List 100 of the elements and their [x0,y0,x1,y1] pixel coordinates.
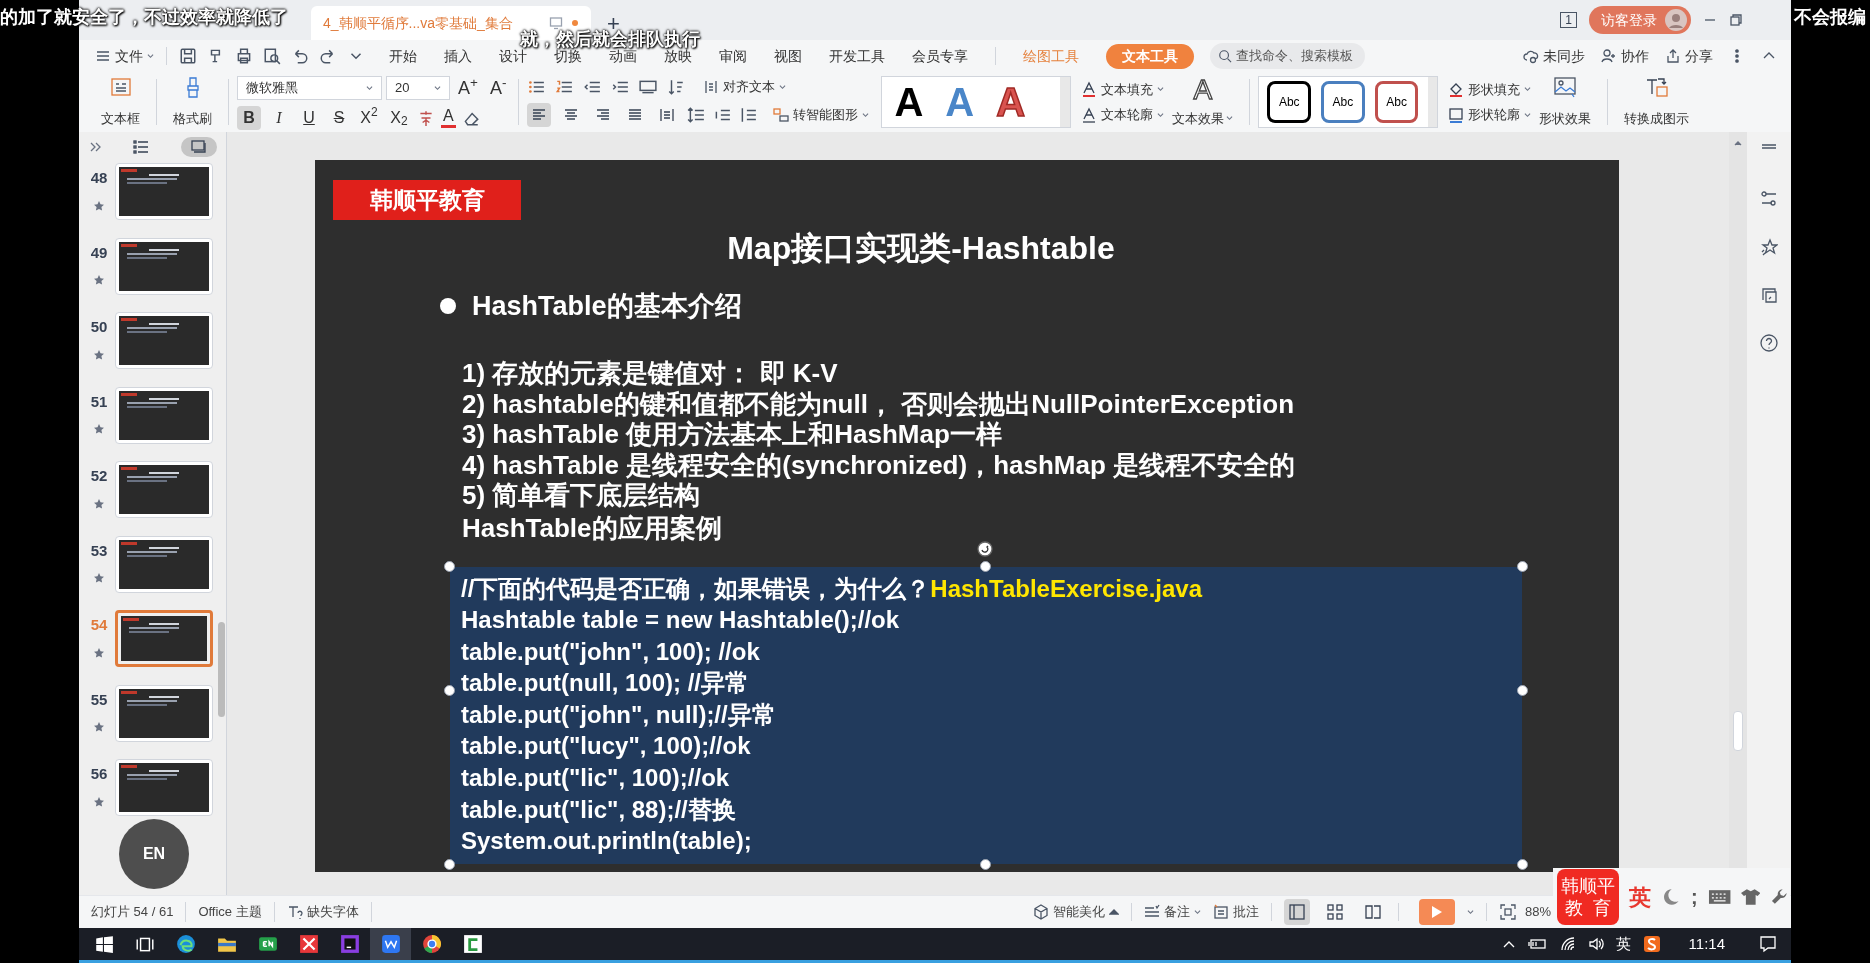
rotate-handle-icon[interactable] [977,540,993,557]
print-icon[interactable] [235,47,253,65]
battery-icon[interactable] [1527,936,1548,952]
text-direction-icon[interactable] [639,78,658,96]
restore-icon[interactable] [1729,13,1743,27]
format-button[interactable]: I [267,105,291,130]
format-painter-button[interactable]: 格式刷 [165,76,220,128]
format-button[interactable]: B [237,105,261,130]
selection-handle[interactable] [1517,858,1528,870]
keyboard-icon[interactable] [1707,887,1731,907]
convert-button[interactable]: 转换成图示 [1616,76,1698,128]
phonetic-guide-icon[interactable] [417,108,435,127]
volume-icon[interactable] [1587,936,1604,952]
shrink-font-button[interactable]: A$^{-}$ [485,74,511,102]
selection-handle[interactable] [1517,560,1528,572]
punctuation-button[interactable]: ; [1690,882,1698,912]
help-icon[interactable] [1760,334,1778,352]
missing-fonts-button[interactable]: 缺失字体 [274,902,372,922]
font-color-button[interactable]: A [441,107,456,128]
selection-handle[interactable] [980,858,991,870]
text-style-option[interactable]: A [996,82,1026,122]
smart-beautify-button[interactable]: 智能美化 [1032,902,1119,922]
format-button[interactable]: S [327,105,351,130]
selection-handle[interactable] [444,858,455,870]
text-style-gallery[interactable]: A A A [881,76,1072,128]
font-family-field[interactable]: 微软雅黑 [237,76,382,100]
sort-icon[interactable] [667,78,686,96]
grow-font-button[interactable]: A$^{+}$ [454,74,482,102]
taskbar-app-button[interactable] [370,928,411,960]
scrollbar-thumb[interactable] [1733,711,1743,751]
text-style-option[interactable]: A [945,82,975,122]
bullet-list-icon[interactable] [527,78,546,96]
selection-handle[interactable] [1517,684,1528,696]
format-button[interactable]: U [297,105,321,130]
screen-icon[interactable] [1760,286,1778,304]
shape-style-option[interactable]: Abc [1267,81,1312,123]
ribbon-tab[interactable]: 会员专享 [912,45,968,67]
font-size-field[interactable]: 20 [386,76,450,100]
search-field[interactable]: 查找命令、搜索模板 [1210,43,1365,69]
selection-handle[interactable] [444,560,455,572]
wifi-icon[interactable] [1559,936,1576,952]
shape-outline-button[interactable]: 形状轮廓 [1448,105,1532,125]
text-outline-button[interactable]: 文本轮廓 [1081,105,1165,125]
shape-effects-button[interactable]: 形状效果 [1531,76,1600,128]
ribbon-tab[interactable]: 插入 [444,45,472,67]
slide-thumbnail[interactable] [115,759,213,816]
shape-style-gallery[interactable]: Abc Abc Abc [1258,76,1439,128]
notes-button[interactable]: 备注 [1143,902,1201,922]
comments-button[interactable]: 批注 [1212,902,1259,922]
line-spacing-icon[interactable] [687,105,706,124]
scrollbar-thumb[interactable] [218,622,225,717]
align-left-button[interactable] [527,102,552,127]
format-button[interactable]: X$^{2}$ [357,105,381,130]
star-icon[interactable] [1760,238,1778,256]
align-text-button[interactable]: 对齐文本 [703,77,787,97]
text-style-option[interactable]: A [894,82,924,122]
ribbon-tab[interactable]: 开发工具 [829,45,885,67]
notification-icon[interactable] [1759,935,1777,953]
save-icon[interactable] [179,47,197,65]
input-language-indicator[interactable]: 英 [1615,932,1631,956]
ime-mode-button[interactable]: 英 [1629,880,1652,914]
clock-time[interactable]: 11:14 [1688,932,1725,956]
sogou-icon[interactable] [1642,935,1661,953]
scroll-up-icon[interactable] [1734,140,1742,146]
text-box-button[interactable]: 文本框 [93,76,148,128]
slide-thumbnail[interactable] [115,684,213,742]
text-fill-button[interactable]: 文本填充 [1081,79,1165,99]
slide-thumbnail[interactable] [115,237,213,295]
shape-style-option[interactable]: Abc [1321,81,1365,123]
slide-thumbnail[interactable] [115,610,213,667]
slide-thumbnail[interactable] [115,386,213,444]
smart-art-button[interactable]: 转智能图形 [773,105,870,125]
shape-fill-button[interactable]: 形状填充 [1448,79,1532,99]
settings-sliders-icon[interactable] [1760,190,1778,208]
format-button[interactable]: X$_{2}$ [387,105,411,130]
slide-thumbnail[interactable] [115,163,213,220]
ribbon-tab[interactable]: 视图 [774,45,802,67]
shape-style-option[interactable]: Abc [1374,81,1419,123]
thumbnails-view-toggle[interactable] [181,137,217,157]
floating-en-button[interactable]: EN [119,819,189,889]
slide-thumbnail[interactable] [115,535,213,593]
toolbar-action[interactable]: 未同步 [1523,45,1585,67]
ribbon-tab[interactable]: 开始 [389,45,417,67]
selection-handle[interactable] [444,684,455,696]
selection-handle[interactable] [980,560,991,572]
zoom-level[interactable]: 88% [1524,902,1551,922]
spacing-icon[interactable] [739,105,758,124]
slide-thumbnail[interactable] [115,461,213,518]
toolbar-action[interactable]: 分享 [1665,45,1713,67]
shirt-icon[interactable] [1741,887,1761,907]
code-box[interactable] [450,566,1522,864]
text-effects-button[interactable]: A 文本效果 [1164,76,1242,128]
ribbon-tab[interactable]: 审阅 [719,45,747,67]
expand-icon[interactable] [89,140,101,154]
moon-icon[interactable] [1661,887,1681,907]
fit-window-icon[interactable] [1498,903,1517,921]
slide-thumbnail[interactable] [115,312,213,369]
print-preview-icon[interactable] [263,47,281,65]
toolbar-action[interactable]: 协作 [1601,45,1649,67]
file-menu[interactable]: 文件 [95,45,154,67]
